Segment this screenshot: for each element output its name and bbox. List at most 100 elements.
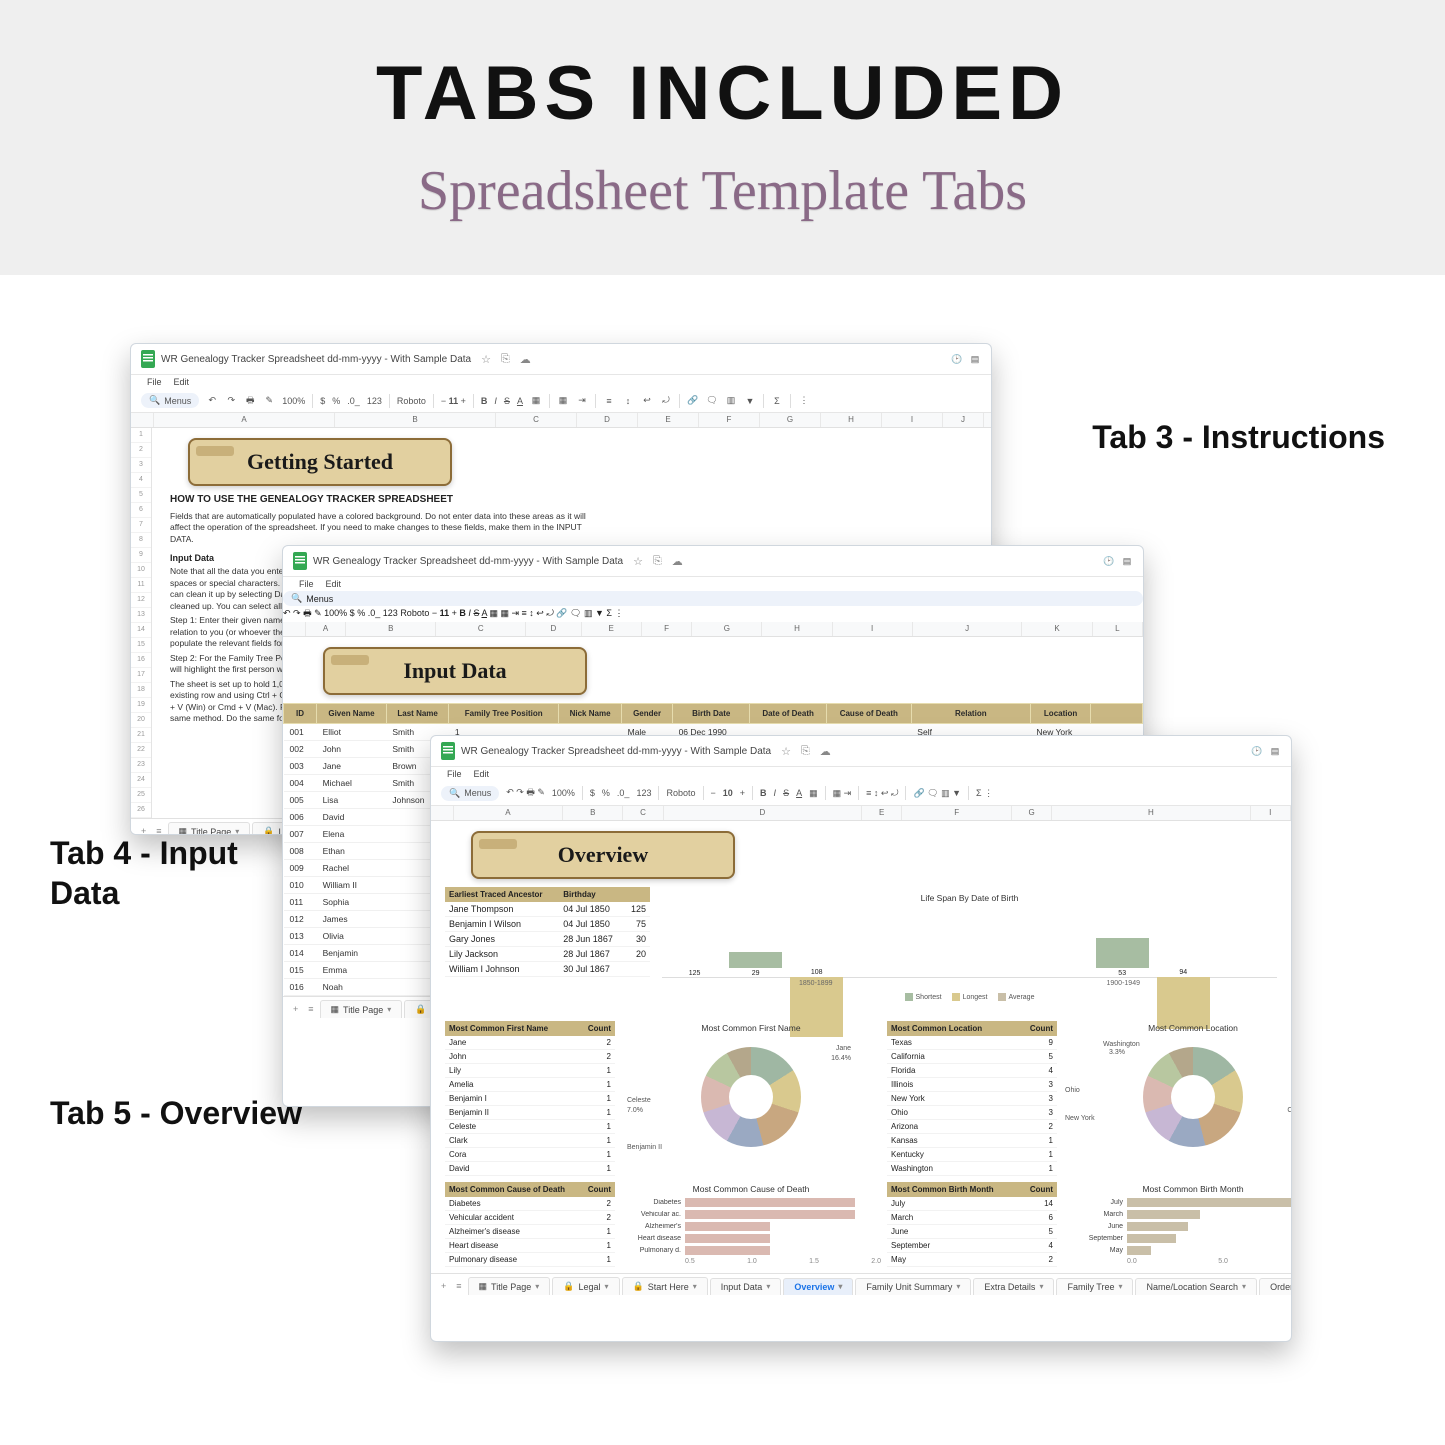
- textcolor-button[interactable]: A: [517, 396, 523, 406]
- anno-tab4b: Data: [50, 875, 119, 912]
- menu-edit[interactable]: Edit: [326, 579, 342, 589]
- redo-icon[interactable]: ↷: [225, 395, 237, 407]
- star-icon[interactable]: ☆: [633, 555, 643, 568]
- chart-icon[interactable]: ▥: [725, 395, 737, 407]
- tab-family-unit[interactable]: Family Unit Summary▾: [855, 1278, 971, 1295]
- birth-month-table: Most Common Birth MonthCount July14March…: [887, 1182, 1057, 1267]
- menubar[interactable]: File Edit: [283, 577, 1143, 591]
- move-icon[interactable]: ⎘: [801, 745, 810, 758]
- undo-icon[interactable]: ↶: [206, 395, 218, 407]
- menubar[interactable]: File Edit: [431, 767, 1291, 781]
- menus-pill[interactable]: 🔍 Menus: [441, 786, 499, 801]
- zoom[interactable]: 100%: [282, 396, 305, 406]
- cloud-icon[interactable]: ☁: [820, 745, 831, 758]
- window-overview: WR Genealogy Tracker Spreadsheet dd-mm-y…: [430, 735, 1292, 1342]
- print-icon[interactable]: 🖶: [244, 395, 256, 407]
- move-icon[interactable]: ⎘: [653, 555, 662, 568]
- tab-menu[interactable]: ≡: [452, 1281, 465, 1291]
- menus-pill[interactable]: 🔍 Menus: [141, 393, 199, 408]
- toolbar[interactable]: 🔍 Menus ↶ ↷ 🖶 ✎ 100% $ % .0_ 123 Roboto …: [431, 781, 1291, 806]
- comments-icon[interactable]: ▤: [969, 353, 981, 365]
- history-icon[interactable]: 🕑: [951, 353, 963, 365]
- borders-icon[interactable]: ▦: [557, 395, 569, 407]
- toolbar[interactable]: 🔍 Menus ↶ ↷ 🖶 ✎ 100% $ % .0_ 123 Roboto …: [283, 591, 1143, 622]
- wrap-icon[interactable]: ↩: [641, 395, 653, 407]
- sheet-tabs[interactable]: + ≡ ▦Title Page▾ 🔒Legal▾ 🔒Start Here▾ In…: [431, 1273, 1291, 1298]
- menu-file[interactable]: File: [299, 579, 314, 589]
- lifespan-chart: Life Span By Date of Birth 125 29 108 53…: [658, 887, 1281, 1015]
- move-icon[interactable]: ⎘: [501, 353, 510, 366]
- merge-icon[interactable]: ⇥: [576, 395, 588, 407]
- cloud-icon[interactable]: ☁: [672, 555, 683, 568]
- page-banner: TABS INCLUDED Spreadsheet Template Tabs: [0, 0, 1445, 275]
- decimal[interactable]: .0_: [347, 396, 360, 406]
- titlebar: WR Genealogy Tracker Spreadsheet dd-mm-y…: [131, 344, 991, 375]
- filter-icon[interactable]: ▼: [744, 395, 756, 407]
- earliest-ancestor-table: Earliest Traced Ancestor Birthday Jane T…: [445, 887, 650, 1015]
- sheets-icon: [141, 350, 155, 368]
- comments-icon[interactable]: ▤: [1269, 745, 1281, 757]
- font-size[interactable]: 11: [449, 396, 459, 406]
- rotate-icon[interactable]: ⤾: [660, 395, 672, 407]
- sheets-icon: [293, 552, 307, 570]
- menu-edit[interactable]: Edit: [174, 377, 190, 387]
- sheets-icon: [441, 742, 455, 760]
- tab-add[interactable]: +: [289, 1004, 302, 1014]
- tab-legal[interactable]: 🔒Legal▾: [552, 1277, 619, 1295]
- star-icon[interactable]: ☆: [481, 353, 491, 366]
- tab-extra-details[interactable]: Extra Details▾: [973, 1278, 1054, 1295]
- tab-menu[interactable]: ≡: [304, 1004, 317, 1014]
- tab-name-location[interactable]: Name/Location Search▾: [1135, 1278, 1257, 1295]
- more-icon[interactable]: ⋮: [798, 395, 810, 407]
- link-icon[interactable]: 🔗: [687, 395, 699, 407]
- comments-icon[interactable]: ▤: [1121, 555, 1133, 567]
- tab-add[interactable]: +: [437, 1281, 450, 1291]
- font-select[interactable]: Roboto: [397, 396, 426, 406]
- tab-family-tree[interactable]: Family Tree▾: [1056, 1278, 1133, 1295]
- halign-icon[interactable]: ≡: [603, 395, 615, 407]
- ribbon-overview: Overview: [471, 831, 735, 879]
- history-icon[interactable]: 🕑: [1251, 745, 1263, 757]
- tab-start-here[interactable]: 🔒Start Here▾: [622, 1277, 708, 1295]
- tab-add[interactable]: +: [137, 826, 150, 835]
- currency[interactable]: $: [320, 396, 325, 406]
- menu-file[interactable]: File: [147, 377, 162, 387]
- comment-icon[interactable]: 🗨: [706, 395, 718, 407]
- menu-file[interactable]: File: [447, 769, 462, 779]
- row-gutter: 1234567891011121314151617181920212223242…: [131, 428, 152, 818]
- tab-title-page[interactable]: ▦Title Page▾: [468, 1277, 551, 1295]
- tab-input-data[interactable]: Input Data▾: [710, 1278, 782, 1295]
- tab-order-date[interactable]: Order by Date▾: [1259, 1278, 1291, 1295]
- percent[interactable]: %: [332, 396, 340, 406]
- tab-menu[interactable]: ≡: [152, 826, 165, 835]
- toolbar[interactable]: 🔍 Menus ↶ ↷ 🖶 ✎ 100% $ % .0_ 123 Roboto …: [131, 389, 991, 413]
- italic-button[interactable]: I: [494, 396, 497, 406]
- menubar[interactable]: File Edit: [131, 375, 991, 389]
- titlebar: WR Genealogy Tracker Spreadsheet dd-mm-y…: [283, 546, 1143, 577]
- strike-button[interactable]: S: [504, 396, 510, 406]
- tab-title-page[interactable]: ▦Title Page▾: [320, 1000, 403, 1018]
- anno-tab3: Tab 3 - Instructions: [1092, 419, 1385, 456]
- menu-edit[interactable]: Edit: [474, 769, 490, 779]
- column-headers: A B C D E F G H I J K L: [283, 622, 1143, 637]
- location-table: Most Common LocationCount Texas9Californ…: [887, 1021, 1057, 1176]
- valign-icon[interactable]: ↕: [622, 395, 634, 407]
- bold-button[interactable]: B: [481, 396, 488, 406]
- anno-tab5: Tab 5 - Overview: [50, 1095, 302, 1132]
- paint-icon[interactable]: ✎: [263, 395, 275, 407]
- num-format[interactable]: 123: [367, 396, 382, 406]
- menus-pill[interactable]: 🔍 Menus: [283, 591, 1143, 606]
- sigma-icon[interactable]: Σ: [771, 395, 783, 407]
- cod-table: Most Common Cause of DeathCount Diabetes…: [445, 1182, 615, 1267]
- history-icon[interactable]: 🕑: [1103, 555, 1115, 567]
- column-headers: A B C D E F G H I: [431, 806, 1291, 821]
- tab-overview[interactable]: Overview▾: [783, 1278, 853, 1295]
- titlebar: WR Genealogy Tracker Spreadsheet dd-mm-y…: [431, 736, 1291, 767]
- doc-title: WR Genealogy Tracker Spreadsheet dd-mm-y…: [461, 746, 771, 757]
- star-icon[interactable]: ☆: [781, 745, 791, 758]
- fill-icon[interactable]: ▦: [530, 395, 542, 407]
- cloud-icon[interactable]: ☁: [520, 353, 531, 366]
- tab-title-page[interactable]: ▦Title Page▾: [168, 822, 251, 835]
- ribbon-input-data: Input Data: [323, 647, 587, 695]
- banner-subtitle: Spreadsheet Template Tabs: [0, 159, 1445, 223]
